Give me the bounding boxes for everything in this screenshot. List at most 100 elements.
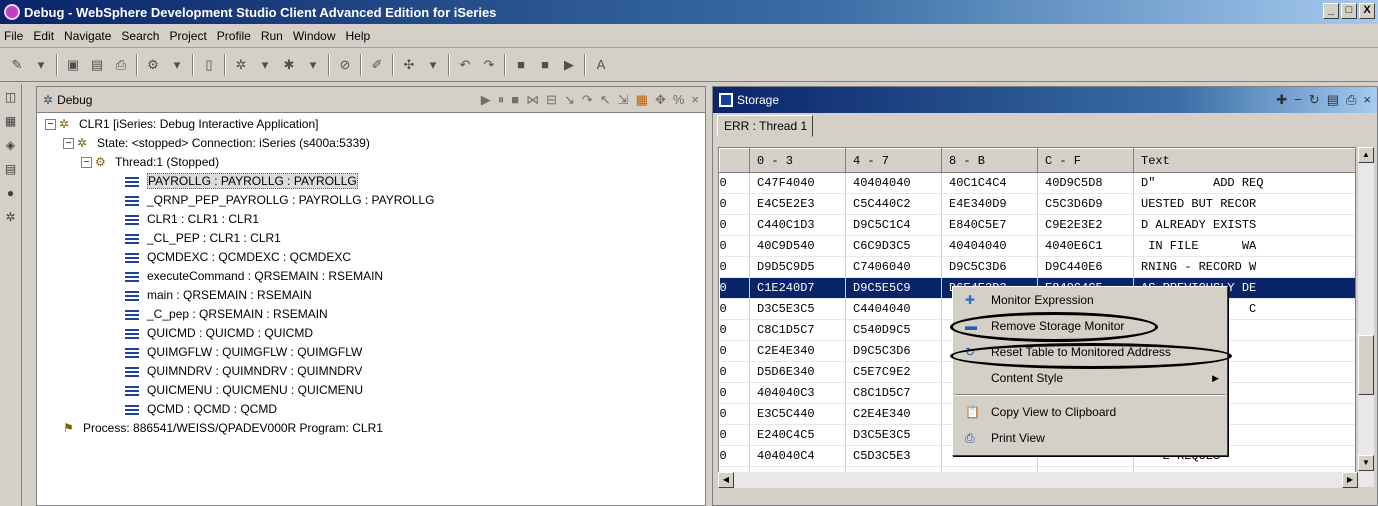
debug-perspective-icon[interactable]: ✲ bbox=[3, 210, 19, 226]
table-row[interactable]: 0 40C9D540 C6C9D3C5 40404040 4040E6C1 IN FIL… bbox=[719, 235, 1355, 257]
tree-item[interactable]: − ⚙ Thread:1 (Stopped) bbox=[37, 153, 705, 172]
debug-icon[interactable]: ✲ bbox=[232, 56, 250, 74]
tree-item[interactable]: main : QRSEMAIN : RSEMAIN bbox=[37, 286, 705, 305]
step-over-icon[interactable]: ↷ bbox=[582, 92, 593, 108]
tree-item[interactable]: QCMDEXC : QCMDEXC : QCMDEXC bbox=[37, 248, 705, 267]
scroll-thumb[interactable] bbox=[1358, 335, 1374, 395]
add-monitor-icon[interactable]: ✚ bbox=[1276, 92, 1287, 108]
save-icon[interactable]: ▣ bbox=[64, 56, 82, 74]
debug-tool-icon[interactable]: ⚙ bbox=[144, 56, 162, 74]
new-wizard-icon[interactable]: ✎ bbox=[8, 56, 26, 74]
horizontal-scrollbar[interactable]: ◀ ▶ bbox=[718, 472, 1358, 488]
copy-icon[interactable]: ▤ bbox=[1327, 92, 1339, 108]
close-view-icon[interactable]: × bbox=[1363, 92, 1371, 108]
external-tool-icon[interactable]: ✣ bbox=[400, 56, 418, 74]
maximize-button[interactable]: □ bbox=[1341, 3, 1357, 19]
scroll-left-icon[interactable]: ◀ bbox=[718, 472, 734, 488]
suspend-icon[interactable]: ⏸ bbox=[498, 92, 505, 108]
pen-icon[interactable]: ✐ bbox=[368, 56, 386, 74]
dropdown-icon[interactable]: ▾ bbox=[168, 56, 186, 74]
tree-item[interactable]: QUIMNDRV : QUIMNDRV : QUIMNDRV bbox=[37, 362, 705, 381]
column-header[interactable] bbox=[719, 148, 750, 173]
menu-search[interactable]: Search bbox=[121, 29, 159, 43]
menu-edit[interactable]: Edit bbox=[33, 29, 54, 43]
menu-profile[interactable]: Profile bbox=[217, 29, 251, 43]
step-return-icon[interactable]: ↖ bbox=[600, 92, 611, 108]
tree-item[interactable]: QUICMENU : QUICMENU : QUICMENU bbox=[37, 381, 705, 400]
tree-item[interactable]: QUIMGFLW : QUIMGFLW : QUIMGFLW bbox=[37, 343, 705, 362]
collapse-icon[interactable]: − bbox=[63, 138, 74, 150]
collapse-icon[interactable]: − bbox=[81, 157, 92, 169]
doc-icon[interactable]: ▯ bbox=[200, 56, 218, 74]
dropdown-icon[interactable]: ▾ bbox=[256, 56, 274, 74]
play-icon[interactable]: ▶ bbox=[560, 56, 578, 74]
menu-icon[interactable]: ✥ bbox=[655, 92, 666, 108]
column-header[interactable]: 4 - 7 bbox=[845, 148, 942, 173]
close-view-icon[interactable]: × bbox=[691, 92, 699, 108]
step-filter-icon[interactable]: ⇲ bbox=[618, 92, 629, 108]
perspective2-icon[interactable]: ◈ bbox=[3, 138, 19, 154]
print-icon[interactable]: ⎙ bbox=[1346, 92, 1356, 108]
open-perspective-icon[interactable]: ◫ bbox=[3, 90, 19, 106]
disconnect-icon[interactable]: ⋈ bbox=[526, 92, 539, 108]
context-menu-item[interactable]: ⎙ Print View bbox=[953, 425, 1227, 451]
perspective-icon[interactable]: ▦ bbox=[3, 114, 19, 130]
scroll-up-icon[interactable]: ▲ bbox=[1358, 147, 1374, 163]
terminate-icon[interactable]: ■ bbox=[511, 92, 519, 108]
table-row[interactable]: 0 D9D5C9D5 C7406040 D9C5C3D6 D9C440E6 RNING -… bbox=[719, 256, 1355, 278]
stop2-icon[interactable]: ■ bbox=[536, 56, 554, 74]
table-row[interactable]: 0 C47F4040 40404040 40C1C4C4 40D9C5D8 D" ADD … bbox=[719, 172, 1355, 194]
remove-monitor-icon[interactable]: − bbox=[1294, 92, 1302, 108]
reset-icon[interactable]: ↻ bbox=[1309, 92, 1320, 108]
column-header[interactable]: Text bbox=[1133, 148, 1355, 173]
perspective4-icon[interactable]: ● bbox=[3, 186, 19, 202]
menu-run[interactable]: Run bbox=[261, 29, 283, 43]
print-icon[interactable]: ⎙ bbox=[112, 56, 130, 74]
tree-item[interactable]: QCMD : QCMD : QCMD bbox=[37, 400, 705, 419]
table-row[interactable]: 0 C440C1D3 D9C5C1C4 E840C5E7 C9E2E3E2 D ALREA… bbox=[719, 214, 1355, 236]
collapse-icon[interactable]: − bbox=[45, 119, 56, 131]
column-header[interactable]: C - F bbox=[1037, 148, 1134, 173]
table-row[interactable]: 0 E4C5E2E3 C5C440C2 E4E340D9 C5C3D6D9 UESTED … bbox=[719, 193, 1355, 215]
tree-item[interactable]: _QRNP_PEP_PAYROLLG : PAYROLLG : PAYROLLG bbox=[37, 191, 705, 210]
perspective3-icon[interactable]: ▤ bbox=[3, 162, 19, 178]
tree-item[interactable]: _CL_PEP : CLR1 : CLR1 bbox=[37, 229, 705, 248]
tree-item[interactable]: ⚑ Process: 886541/WEISS/QPADEV000R Progra… bbox=[37, 419, 705, 438]
tree-item[interactable]: executeCommand : QRSEMAIN : RSEMAIN bbox=[37, 267, 705, 286]
column-header[interactable]: 8 - B bbox=[941, 148, 1038, 173]
tree-item[interactable]: − ✲ State: <stopped> Connection: iSeries (… bbox=[37, 134, 705, 153]
menu-project[interactable]: Project bbox=[169, 29, 206, 43]
annotation-icon[interactable]: A bbox=[592, 56, 610, 74]
vertical-scrollbar[interactable]: ▲ ▼ bbox=[1358, 147, 1374, 487]
tree-item[interactable]: − ✲ CLR1 [iSeries: Debug Interactive Appli… bbox=[37, 115, 705, 134]
minimize-view-icon[interactable]: % bbox=[673, 92, 685, 108]
context-menu-item[interactable]: 📋 Copy View to Clipboard bbox=[953, 399, 1227, 425]
save-all-icon[interactable]: ▤ bbox=[88, 56, 106, 74]
scroll-right-icon[interactable]: ▶ bbox=[1342, 472, 1358, 488]
run-icon[interactable]: ✱ bbox=[280, 56, 298, 74]
menu-file[interactable]: File bbox=[4, 29, 23, 43]
minimize-button[interactable]: _ bbox=[1323, 3, 1339, 19]
tree-item[interactable]: QUICMD : QUICMD : QUICMD bbox=[37, 324, 705, 343]
back-icon[interactable]: ↶ bbox=[456, 56, 474, 74]
search-icon[interactable]: ⊘ bbox=[336, 56, 354, 74]
step-into-icon[interactable]: ↘ bbox=[564, 92, 575, 108]
tree-item[interactable]: PAYROLLG : PAYROLLG : PAYROLLG bbox=[37, 172, 705, 191]
remove-icon[interactable]: ⊟ bbox=[546, 92, 557, 108]
context-menu-item[interactable]: ✚ Monitor Expression bbox=[953, 287, 1227, 313]
resume-icon[interactable]: ▶ bbox=[481, 92, 491, 108]
scroll-down-icon[interactable]: ▼ bbox=[1358, 455, 1374, 471]
dropdown-icon[interactable]: ▾ bbox=[424, 56, 442, 74]
forward-icon[interactable]: ↷ bbox=[480, 56, 498, 74]
menu-help[interactable]: Help bbox=[346, 29, 371, 43]
menu-window[interactable]: Window bbox=[293, 29, 336, 43]
menu-navigate[interactable]: Navigate bbox=[64, 29, 111, 43]
tab-thread[interactable]: ERR : Thread 1 bbox=[717, 115, 813, 137]
tree-item[interactable]: _C_pep : QRSEMAIN : RSEMAIN bbox=[37, 305, 705, 324]
tree-item[interactable]: CLR1 : CLR1 : CLR1 bbox=[37, 210, 705, 229]
stop-icon[interactable]: ■ bbox=[512, 56, 530, 74]
column-header[interactable]: 0 - 3 bbox=[749, 148, 846, 173]
close-button[interactable]: X bbox=[1359, 3, 1375, 19]
dropdown-icon[interactable]: ▾ bbox=[304, 56, 322, 74]
layout-icon[interactable]: ▦ bbox=[636, 92, 648, 108]
